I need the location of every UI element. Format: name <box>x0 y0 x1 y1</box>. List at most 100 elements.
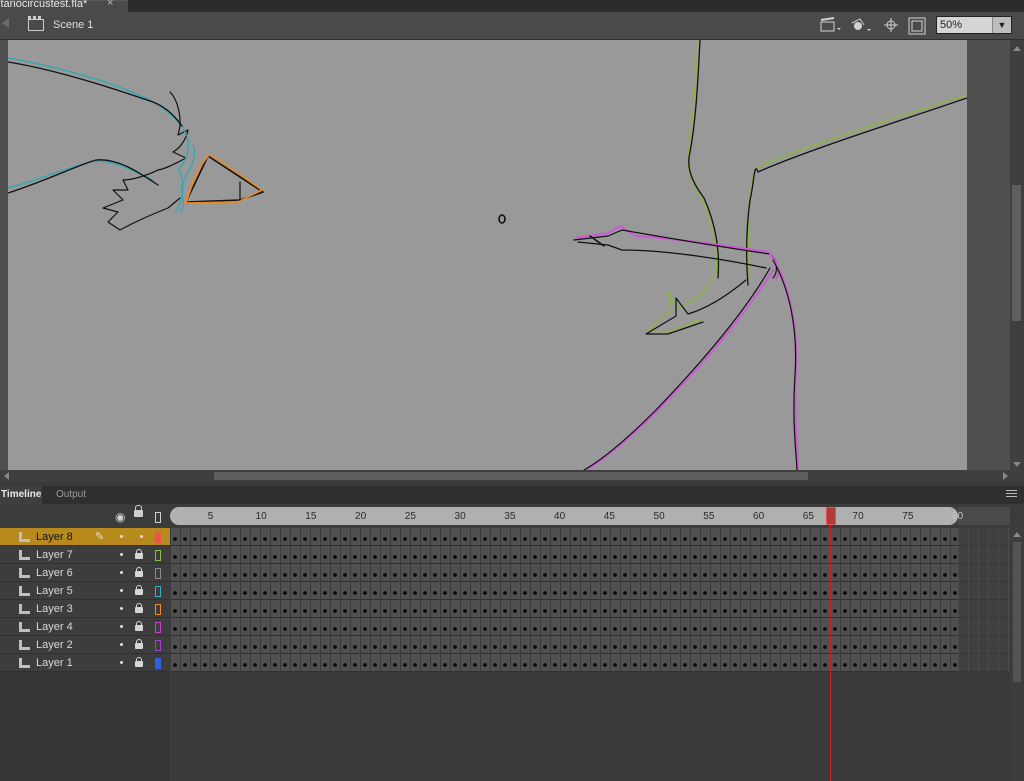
pencil-icon: ✎ <box>95 531 105 543</box>
zoom-value: 50% <box>940 19 963 31</box>
playhead[interactable] <box>826 507 836 525</box>
scroll-thumb[interactable] <box>1012 185 1021 321</box>
layer-row[interactable]: Layer 7 <box>0 546 170 564</box>
layer-row[interactable]: Layer 4 <box>0 618 170 636</box>
lock-icon[interactable] <box>135 603 143 613</box>
close-icon[interactable]: × <box>107 0 113 9</box>
layer-icon <box>19 604 30 614</box>
layer-row[interactable]: Layer 2 <box>0 636 170 654</box>
outline-color-icon[interactable] <box>155 604 161 615</box>
scene-label[interactable]: Scene 1 <box>53 19 93 31</box>
outline-color-icon[interactable] <box>155 550 161 561</box>
outline-icon[interactable] <box>155 512 161 523</box>
scroll-up-icon[interactable] <box>1013 46 1021 51</box>
visibility-toggle[interactable] <box>120 643 123 646</box>
tab-timeline[interactable]: Timeline <box>0 486 43 504</box>
layer-name[interactable]: Layer 8 <box>36 531 73 543</box>
chevron-down-icon[interactable]: ▼ <box>992 17 1011 33</box>
back-arrow-icon[interactable] <box>2 18 9 28</box>
timeline-vertical-scrollbar[interactable] <box>1010 528 1024 781</box>
lock-icon[interactable] <box>135 567 143 577</box>
visibility-toggle[interactable] <box>120 571 123 574</box>
outline-color-icon[interactable] <box>155 640 161 651</box>
clip-stage-icon[interactable] <box>908 17 926 35</box>
frame-grid-empty[interactable] <box>958 528 1010 672</box>
scroll-thumb[interactable] <box>1013 542 1021 682</box>
small-mark <box>498 214 506 224</box>
visibility-toggle[interactable] <box>120 661 123 664</box>
center-stage-icon[interactable] <box>883 17 899 33</box>
layer-row[interactable]: Layer 5 <box>0 582 170 600</box>
document-tab-bar: itanocircustest.fla* × <box>0 0 1024 12</box>
outline-color-icon[interactable] <box>155 622 161 633</box>
stage-drawing <box>8 40 967 470</box>
scroll-left-icon[interactable] <box>4 472 9 480</box>
ruler-tick-label: 40 <box>554 511 566 522</box>
outline-color-icon[interactable] <box>155 658 161 669</box>
stage-canvas[interactable] <box>8 40 967 470</box>
lock-icon[interactable] <box>135 549 143 559</box>
ruler-tick-label: 20 <box>355 511 367 522</box>
layer-name[interactable]: Layer 2 <box>36 639 73 651</box>
layer-row[interactable]: Layer 8 ✎ <box>0 528 170 546</box>
layer-icon <box>19 568 30 578</box>
eye-icon[interactable]: ◉ <box>115 510 125 524</box>
timeline-panel: ◉ 5 10 15 20 25 30 35 40 45 50 55 60 65 70 75 80 Layer … <box>0 504 1024 781</box>
frame-grid[interactable] <box>170 528 958 672</box>
lock-icon[interactable] <box>135 585 143 595</box>
playhead-line <box>830 525 831 781</box>
lock-icon[interactable] <box>135 621 143 631</box>
ruler-tick-label: 75 <box>902 511 914 522</box>
outline-color-icon[interactable] <box>155 586 161 597</box>
ruler-tick-label: 35 <box>504 511 516 522</box>
scroll-up-icon[interactable] <box>1013 532 1021 537</box>
lock-icon[interactable] <box>135 639 143 649</box>
tab-output[interactable]: Output <box>55 486 87 504</box>
frame-ruler-extension[interactable] <box>958 507 1010 525</box>
visibility-toggle[interactable] <box>120 553 123 556</box>
outline-color-icon[interactable] <box>155 568 161 579</box>
visibility-toggle[interactable] <box>120 607 123 610</box>
edit-scene-icon[interactable] <box>820 17 841 33</box>
layer-name[interactable]: Layer 3 <box>36 603 73 615</box>
layer-row[interactable]: Layer 1 <box>0 654 170 672</box>
stage-horizontal-scrollbar[interactable] <box>0 470 1024 482</box>
scroll-right-icon[interactable] <box>1003 472 1008 480</box>
ruler-tick-label: 5 <box>207 511 214 522</box>
layer-icon <box>19 550 30 560</box>
stage-vertical-scrollbar[interactable] <box>1010 40 1024 470</box>
lock-icon[interactable] <box>134 505 143 517</box>
ruler-tick-label: 80 <box>952 511 964 522</box>
ruler-tick-label: 15 <box>305 511 317 522</box>
panel-tabs: Timeline Output <box>0 486 1024 504</box>
visibility-toggle[interactable] <box>120 625 123 628</box>
ruler-tick-label: 65 <box>802 511 814 522</box>
layer-name[interactable]: Layer 4 <box>36 621 73 633</box>
lock-icon[interactable] <box>135 657 143 667</box>
ruler-tick-label: 50 <box>653 511 665 522</box>
frame-area-empty <box>170 672 1010 781</box>
layer-icon <box>19 640 30 650</box>
ruler-tick-label: 30 <box>454 511 466 522</box>
right-creature-drawing <box>573 40 967 470</box>
visibility-toggle[interactable] <box>120 535 123 538</box>
layer-row[interactable]: Layer 6 <box>0 564 170 582</box>
document-tab[interactable]: itanocircustest.fla* × <box>0 0 128 12</box>
layer-name[interactable]: Layer 1 <box>36 657 73 669</box>
layer-name[interactable]: Layer 5 <box>36 585 73 597</box>
stage-area <box>0 40 1010 470</box>
ruler-tick-label: 45 <box>603 511 615 522</box>
scroll-thumb[interactable] <box>214 472 808 480</box>
edit-bar: Scene 1 50% ▼ <box>0 12 1024 40</box>
visibility-toggle[interactable] <box>120 589 123 592</box>
scroll-down-icon[interactable] <box>1013 462 1021 467</box>
layer-row[interactable]: Layer 3 <box>0 600 170 618</box>
edit-symbol-icon[interactable] <box>850 17 871 33</box>
lock-toggle[interactable] <box>140 535 143 538</box>
layer-name[interactable]: Layer 6 <box>36 567 73 579</box>
zoom-select[interactable]: 50% ▼ <box>936 16 1012 34</box>
document-tab-title: itanocircustest.fla* <box>0 0 88 10</box>
outline-color-icon[interactable] <box>155 532 161 543</box>
panel-menu-icon[interactable] <box>1006 490 1017 499</box>
layer-name[interactable]: Layer 7 <box>36 549 73 561</box>
